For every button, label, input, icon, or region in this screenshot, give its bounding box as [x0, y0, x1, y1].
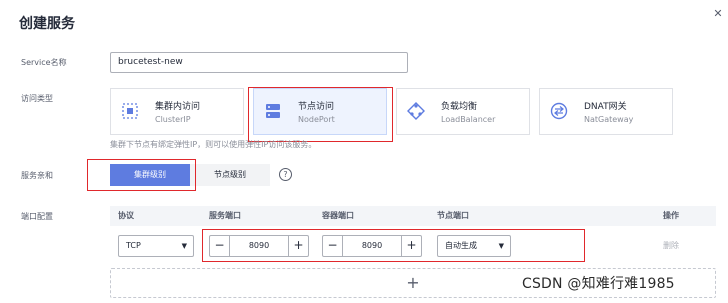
- protocol-value: TCP: [126, 241, 141, 250]
- access-option-loadbalancer[interactable]: 负载均衡 LoadBalancer: [396, 88, 530, 135]
- access-option-name: 集群内访问: [155, 102, 201, 112]
- col-service-port: 服务端口: [209, 211, 241, 220]
- ports-label: 端口配置: [21, 212, 53, 221]
- col-node-port: 节点端口: [437, 211, 469, 220]
- access-option-name: DNAT网关: [584, 102, 627, 112]
- access-option-natgateway[interactable]: DNAT网关 NatGateway: [539, 88, 673, 135]
- highlight-ports: [202, 229, 585, 262]
- affinity-label: 服务亲和: [21, 171, 53, 180]
- highlight-nodeport: [248, 87, 393, 142]
- access-option-name: 负载均衡: [441, 102, 478, 112]
- protocol-select[interactable]: TCP ▼: [118, 235, 194, 257]
- nat-gateway-icon: [550, 102, 568, 120]
- watermark: CSDN @知难行难1985: [522, 276, 675, 292]
- dialog-title: 创建服务: [19, 16, 75, 32]
- ports-table-header: [110, 206, 716, 226]
- access-type-label: 访问类型: [21, 94, 53, 103]
- access-option-sub: ClusterIP: [155, 115, 191, 124]
- access-option-clusterip[interactable]: 集群内访问 ClusterIP: [110, 88, 244, 135]
- col-container-port: 容器端口: [322, 211, 354, 220]
- close-icon[interactable]: ✕: [712, 8, 724, 20]
- access-option-sub: LoadBalancer: [441, 115, 496, 124]
- col-action: 操作: [663, 211, 679, 220]
- cluster-icon: [122, 103, 138, 119]
- help-icon[interactable]: ?: [279, 168, 292, 181]
- affinity-node-button[interactable]: 节点级别: [190, 164, 270, 186]
- access-option-sub: NatGateway: [584, 115, 634, 124]
- caret-down-icon: ▼: [181, 242, 187, 250]
- delete-link[interactable]: 删除: [663, 240, 679, 251]
- highlight-affinity: [87, 159, 196, 191]
- service-name-input[interactable]: brucetest-new: [110, 52, 408, 73]
- access-type-hint: 集群下节点有绑定弹性IP，则可以使用弹性IP访问该服务。: [110, 140, 317, 149]
- load-balancer-icon: [407, 102, 425, 120]
- service-name-label: Service名称: [21, 58, 67, 67]
- col-protocol: 协议: [118, 211, 134, 220]
